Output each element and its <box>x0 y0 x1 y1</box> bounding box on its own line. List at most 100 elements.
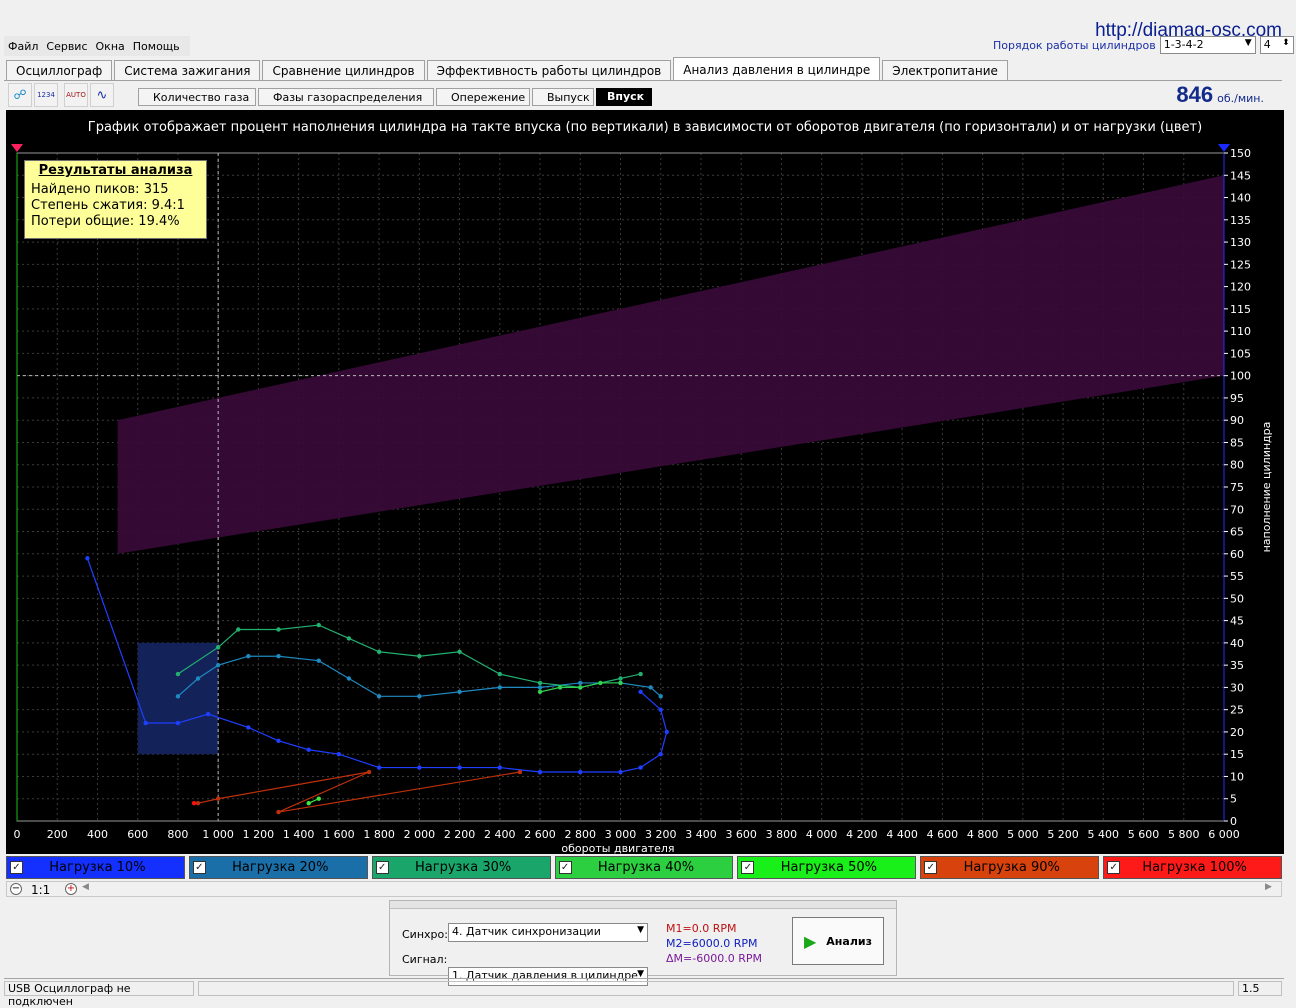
data-point <box>246 725 251 730</box>
subtab-valve-timing[interactable]: Фазы газораспределения <box>258 88 434 106</box>
x-tick-label: 1 200 <box>243 828 275 841</box>
tab-cylinder-efficiency[interactable]: Эффективность работы цилиндров <box>426 60 672 81</box>
y-tick-label: 35 <box>1230 659 1244 672</box>
x-tick-label: 2 200 <box>444 828 476 841</box>
tab-oscilloscope[interactable]: Осциллограф <box>6 60 113 81</box>
data-point <box>205 711 211 717</box>
legend-checkbox[interactable]: ✓ <box>924 861 938 874</box>
subtab-gas-amount[interactable]: Количество газа <box>138 88 256 106</box>
y-tick-label: 55 <box>1230 570 1244 583</box>
y-tick-label: 0 <box>1230 815 1237 828</box>
x-tick-label: 4 600 <box>927 828 959 841</box>
x-tick-label: 3 600 <box>725 828 757 841</box>
scroll-right-icon[interactable]: ▶ <box>1265 882 1279 895</box>
scroll-left-icon[interactable]: ◀ <box>82 882 96 895</box>
data-point <box>497 671 502 677</box>
data-point <box>557 685 563 690</box>
network-icon[interactable]: ☍ <box>8 83 32 107</box>
sync-select[interactable]: 4. Датчик синхронизации ▼ <box>448 923 648 942</box>
legend-checkbox[interactable]: ✓ <box>741 861 755 874</box>
tab-ignition[interactable]: Система зажигания <box>114 60 261 81</box>
rpm-value: 846 <box>1176 82 1214 107</box>
status-bar: USB Осциллограф не подключен 1.5 <box>4 978 1284 1008</box>
x-axis-label: обороты двигателя <box>561 842 674 854</box>
legend-checkbox[interactable]: ✓ <box>192 861 206 874</box>
cylinder-1234-icon[interactable]: 1234 <box>34 83 58 107</box>
tab-power[interactable]: Электропитание <box>882 60 1008 81</box>
x-tick-label: 2 000 <box>404 828 436 841</box>
x-tick-label: 4 800 <box>967 828 999 841</box>
waveform-icon[interactable]: ∿ <box>90 83 114 107</box>
intake-fill-chart[interactable]: График отображает процент наполнения цил… <box>6 110 1284 854</box>
legend-item-load[interactable]: ✓ Нагрузка 20% <box>188 856 368 879</box>
y-tick-label: 125 <box>1230 258 1251 271</box>
subtab-intake[interactable]: Впуск <box>596 88 652 106</box>
data-point <box>537 689 543 695</box>
legend-item-load[interactable]: ✓ Нагрузка 50% <box>737 856 917 879</box>
chevron-down-icon: ▼ <box>637 925 644 935</box>
legend-item-load[interactable]: ✓ Нагрузка 10% <box>6 856 185 879</box>
data-point <box>578 769 583 775</box>
data-point <box>638 765 643 770</box>
data-point <box>276 627 281 632</box>
legend-item-load[interactable]: ✓ Нагрузка 40% <box>554 856 734 879</box>
data-point <box>598 680 603 686</box>
data-point <box>143 720 148 726</box>
tab-cylinder-compare[interactable]: Сравнение цилиндров <box>262 60 425 81</box>
data-point <box>306 800 311 806</box>
data-point <box>417 765 422 770</box>
legend-item-load[interactable]: ✓ Нагрузка 30% <box>371 856 551 879</box>
legend-checkbox[interactable]: ✓ <box>1107 861 1121 874</box>
legend-item-load[interactable]: ✓ Нагрузка 100% <box>1103 856 1283 879</box>
legend-label: Нагрузка 20% <box>232 860 329 875</box>
zoom-bar: − 1:1 + ◀ ▶ <box>6 881 1282 897</box>
cylinder-count-spinner[interactable]: 4 ⬍ <box>1259 36 1294 54</box>
y-tick-label: 110 <box>1230 325 1251 338</box>
results-peaks: Найдено пиков: 315 <box>31 182 169 197</box>
menu-windows[interactable]: Окна <box>92 36 129 56</box>
main-tabs: Осциллограф Система зажигания Сравнение … <box>6 57 1010 81</box>
menu-help[interactable]: Помощь <box>129 36 184 56</box>
legend-item-load[interactable]: ✓ Нагрузка 90% <box>920 856 1100 879</box>
play-icon: ▶ <box>803 931 817 951</box>
sync-label: Синхро: <box>402 928 448 941</box>
y-tick-label: 80 <box>1230 459 1244 472</box>
data-point <box>618 676 623 681</box>
subtab-exhaust[interactable]: Выпуск <box>532 88 594 106</box>
x-tick-label: 400 <box>87 828 108 841</box>
data-point <box>376 649 382 654</box>
marker-m2-icon <box>1218 144 1230 152</box>
legend-checkbox[interactable]: ✓ <box>10 861 23 874</box>
legend-label: Нагрузка 40% <box>597 860 695 875</box>
x-tick-label: 3 400 <box>685 828 717 841</box>
analyze-button[interactable]: ▶ Анализ <box>792 917 884 965</box>
menu-service[interactable]: Сервис <box>42 36 91 56</box>
data-point <box>215 645 221 650</box>
target-fill-band <box>117 175 1224 554</box>
x-tick-label: 1 800 <box>363 828 395 841</box>
subtab-advance[interactable]: Опережение <box>436 88 530 106</box>
x-tick-label: 200 <box>47 828 68 841</box>
legend-checkbox[interactable]: ✓ <box>375 861 389 874</box>
data-point <box>366 769 372 775</box>
cylinder-order-select[interactable]: 1-3-4-2 ▼ <box>1159 36 1256 54</box>
zoom-out-icon[interactable]: − <box>10 883 22 895</box>
auto-scale-icon[interactable]: AUTO <box>64 83 88 107</box>
data-point <box>346 636 352 641</box>
legend-checkbox[interactable]: ✓ <box>558 861 572 874</box>
cylinder-count-value: 4 <box>1263 38 1271 51</box>
analyze-button-label: Анализ <box>826 934 872 948</box>
data-point <box>175 671 181 677</box>
y-tick-label: 85 <box>1230 436 1244 449</box>
panel-grip[interactable] <box>390 901 896 909</box>
menu-file[interactable]: Файл <box>4 36 42 56</box>
y-tick-label: 145 <box>1230 169 1251 182</box>
zoom-in-icon[interactable]: + <box>65 883 77 895</box>
y-tick-label: 40 <box>1230 637 1244 650</box>
data-point <box>316 796 321 801</box>
y-tick-label: 100 <box>1230 370 1251 383</box>
y-tick-label: 75 <box>1230 481 1244 494</box>
status-blank <box>198 981 1234 996</box>
tab-pressure-analysis[interactable]: Анализ давления в цилиндре <box>673 57 881 81</box>
chart-title: График отображает процент наполнения цил… <box>88 120 1202 135</box>
